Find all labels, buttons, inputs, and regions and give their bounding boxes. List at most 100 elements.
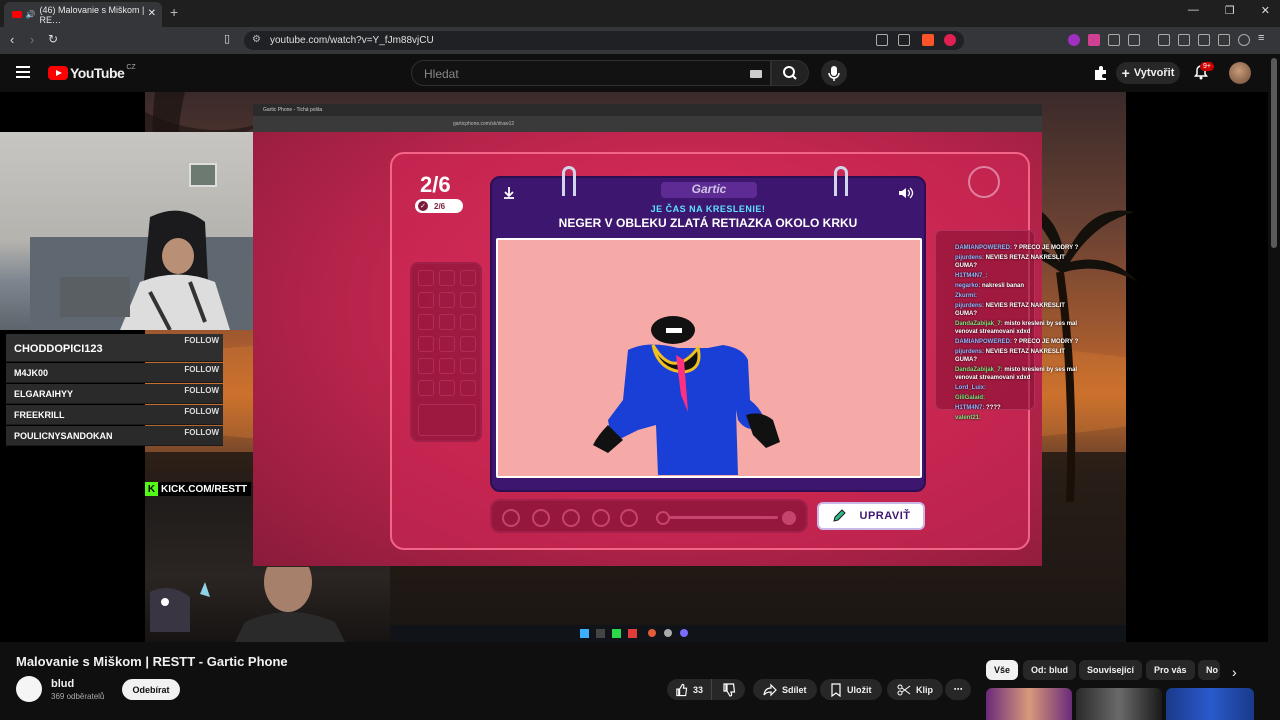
brave-rewards-icon[interactable] xyxy=(944,34,956,46)
thumbnail[interactable] xyxy=(1076,688,1162,720)
keyboard-icon[interactable] xyxy=(750,70,762,78)
restore-icon[interactable]: ❐ xyxy=(1225,4,1235,17)
chat-message: DAMIANPOWERED: ? PRECO JE MODRY ? xyxy=(955,244,1085,252)
bookmark-icon[interactable]: ▯ xyxy=(224,32,230,45)
close-window-icon[interactable]: ✕ xyxy=(1261,4,1270,17)
follow-row: POULICNYSANDOKAN FOLLOW xyxy=(6,426,223,446)
brush-size-5-button xyxy=(620,509,638,527)
share-page-icon[interactable] xyxy=(898,34,910,46)
round-timer-icon xyxy=(968,166,1000,198)
thumbnail[interactable] xyxy=(1166,688,1254,720)
round-pill: ✓ 2/6 xyxy=(415,199,463,213)
chip-truncated[interactable]: No xyxy=(1198,660,1220,680)
youtube-logo[interactable]: YouTube CZ xyxy=(48,63,136,81)
guide-menu-icon[interactable] xyxy=(16,66,30,78)
chip-from-channel[interactable]: Od: blud xyxy=(1023,660,1076,680)
forward-icon[interactable]: › xyxy=(30,32,34,47)
clip-button[interactable]: Klip xyxy=(887,679,943,700)
brave-shield-icon[interactable] xyxy=(922,34,934,46)
palette-cell xyxy=(460,314,476,330)
site-info-icon[interactable]: ⚙ xyxy=(252,34,261,45)
reload-icon[interactable]: ↻ xyxy=(48,32,58,46)
new-tab-icon[interactable]: + xyxy=(170,4,178,20)
chat-text: ???? xyxy=(984,405,1001,411)
leo-ai-icon[interactable] xyxy=(1218,34,1230,46)
chat-message: H1TM4N7_: xyxy=(955,272,1085,280)
like-button[interactable]: 33 xyxy=(667,679,711,700)
search-icon xyxy=(783,66,797,80)
chips-next-icon[interactable]: › xyxy=(1232,664,1237,680)
share-button[interactable]: Sdílet xyxy=(753,679,817,700)
thumbs-up-icon xyxy=(676,683,688,696)
recommended-thumbnails xyxy=(986,688,1254,720)
palette-cell xyxy=(439,336,455,352)
audio-playing-icon[interactable]: 🔊 xyxy=(26,10,36,19)
back-icon[interactable]: ‹ xyxy=(10,32,14,47)
check-icon: ✓ xyxy=(418,201,428,211)
extension-purple-icon[interactable] xyxy=(1068,34,1080,46)
subscribe-button[interactable]: Odebírat xyxy=(122,679,180,700)
save-bookmark-icon xyxy=(831,682,841,697)
url-field[interactable]: ⚙ youtube.com/watch?v=Y_fJm88vjCU xyxy=(244,31,964,50)
screenshot-icon[interactable] xyxy=(1128,34,1140,46)
video-title: Malovanie s Miškom | RESTT - Gartic Phon… xyxy=(16,654,288,669)
wallet-icon[interactable] xyxy=(1198,34,1210,46)
webcam-scene xyxy=(30,163,264,330)
search-input[interactable]: Hledat xyxy=(411,60,771,86)
account-avatar[interactable] xyxy=(1229,62,1251,84)
chat-username: H1TM4N7_: xyxy=(955,273,988,279)
chat-username: DAMIANPOWERED: xyxy=(955,339,1012,345)
chat-message: GiliGalaid: xyxy=(955,394,1085,402)
cast-icon[interactable] xyxy=(876,34,888,46)
chip-for-you[interactable]: Pro vás xyxy=(1146,660,1195,680)
follow-label: FOLLOW xyxy=(184,386,219,395)
puzzle-extension-icon[interactable] xyxy=(1092,65,1108,81)
chip-related[interactable]: Související xyxy=(1079,660,1143,680)
follow-row: FREEKRILL FOLLOW xyxy=(6,405,223,425)
chat-message: DandaZabijak_7: misto kresleni by ses ma… xyxy=(955,320,1085,336)
search-button[interactable] xyxy=(771,60,809,86)
dislike-button[interactable] xyxy=(711,679,745,700)
chat-text: ? PRECO JE MODRY ? xyxy=(1012,245,1079,251)
create-button[interactable]: + Vytvořit xyxy=(1116,62,1180,84)
browser-tabbar: 🔊 (46) Malovanie s Miškom | RE… ✕ + — ❐ … xyxy=(0,0,1280,27)
follow-label: FOLLOW xyxy=(184,365,219,374)
palette-cell xyxy=(418,314,434,330)
streamer-webcam-top xyxy=(0,132,264,330)
channel-name[interactable]: blud xyxy=(51,678,74,690)
video-player[interactable]: CHODDOPICI123 FOLLOW M4JK00 FOLLOW ELGAR… xyxy=(0,92,1268,642)
notification-badge: 9+ xyxy=(1200,62,1214,71)
palette-cell xyxy=(439,314,455,330)
kick-logo-icon: K xyxy=(145,482,158,496)
extensions-icon[interactable] xyxy=(1108,34,1120,46)
brush-size-4-button xyxy=(592,509,610,527)
thumbnail[interactable] xyxy=(986,688,1072,720)
gartic-page: 2/6 ✓ 2/6 Gartic JE ČAS NA KRESLENIE! NE… xyxy=(253,132,1042,566)
chip-all[interactable]: Vše xyxy=(986,660,1019,680)
chat-username: pijurdens: xyxy=(955,255,985,261)
channel-avatar[interactable] xyxy=(16,676,42,702)
region-code: CZ xyxy=(126,63,136,71)
more-actions-button[interactable]: ⋯ xyxy=(945,679,971,700)
palette-cell xyxy=(460,292,476,308)
close-tab-icon[interactable]: ✕ xyxy=(148,8,156,19)
scrollbar-thumb[interactable] xyxy=(1271,58,1277,248)
round-counter: 2/6 xyxy=(420,172,451,197)
palette-cell xyxy=(460,270,476,286)
palette-cell xyxy=(439,292,455,308)
chat-username: DAMIANPOWERED: xyxy=(955,245,1012,251)
inner-tab-title: Gartic Phone - Tichá pošta xyxy=(263,107,323,113)
vpn-icon[interactable] xyxy=(1238,34,1250,46)
minimize-icon[interactable]: — xyxy=(1188,4,1199,17)
save-button[interactable]: Uložit xyxy=(820,679,882,700)
browser-tab[interactable]: 🔊 (46) Malovanie s Miškom | RE… ✕ xyxy=(4,2,162,27)
draw-time-subtitle: JE ČAS NA KRESLENIE! xyxy=(650,204,766,214)
sidebar-icon[interactable] xyxy=(1178,34,1190,46)
page-scrollbar[interactable] xyxy=(1268,54,1280,720)
youtube-play-icon xyxy=(48,66,68,80)
brush-size-1-button xyxy=(502,509,520,527)
menu-icon[interactable]: ≡ xyxy=(1258,32,1264,44)
extension-pink-icon[interactable] xyxy=(1088,34,1100,46)
media-icon[interactable] xyxy=(1158,34,1170,46)
voice-search-button[interactable] xyxy=(821,60,847,86)
